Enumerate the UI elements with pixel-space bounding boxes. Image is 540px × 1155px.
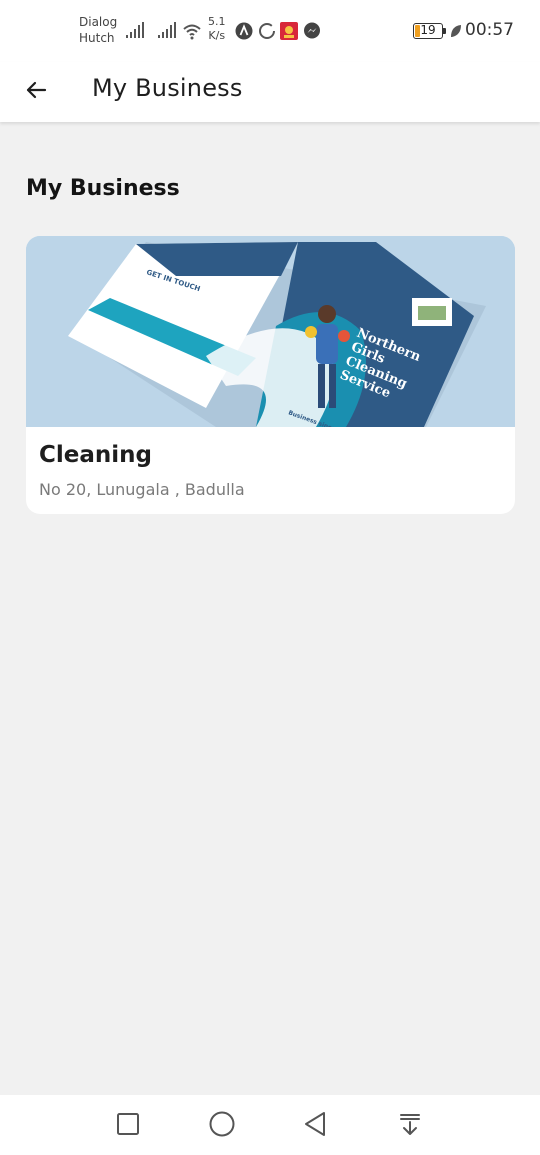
section-title: My Business [26,176,180,201]
battery-icon: 19 [413,23,443,39]
wifi-icon [183,24,201,40]
carrier-line-1: Dialog [79,15,118,29]
business-address: No 20, Lunugala , Badulla [39,480,245,499]
signal-icon [126,22,144,38]
business-card[interactable]: Northern Girls Cleaning Service GET IN T… [26,236,515,514]
network-speed: 5.1 K/s [208,15,226,43]
leaf-icon [451,25,461,37]
arrow-left-icon [26,81,47,99]
carrier-label: Dialog Hutch [79,14,117,46]
signal-icon [158,22,176,38]
system-nav-bar [0,1095,540,1155]
home-circle-icon [209,1111,235,1137]
back-button[interactable] [18,72,54,108]
messenger-icon [304,22,320,39]
back-triangle-icon [305,1112,325,1136]
carrier-line-2: Hutch [79,31,115,45]
business-image: Northern Girls Cleaning Service GET IN T… [26,236,515,427]
page-title: My Business [92,74,243,102]
notification-pull-icon [400,1114,420,1135]
back-nav-button[interactable] [300,1109,330,1139]
clock: 00:57 [465,20,514,40]
home-button[interactable] [207,1109,237,1139]
status-bar: Dialog Hutch 5.1 K/s 19 00:57 [0,0,540,62]
app-red-icon [280,22,298,40]
battery-level-text: 19 [420,23,436,37]
speed-unit: K/s [208,29,226,42]
battery-tip [443,28,446,34]
app-a-icon [235,22,253,40]
recents-square-icon [117,1113,139,1135]
app-bar: My Business [0,62,540,122]
speed-value: 5.1 [208,15,226,28]
recents-button[interactable] [113,1109,143,1139]
notification-pull-button[interactable] [395,1109,425,1139]
loading-ring-icon [259,23,275,39]
business-name: Cleaning [39,442,152,468]
